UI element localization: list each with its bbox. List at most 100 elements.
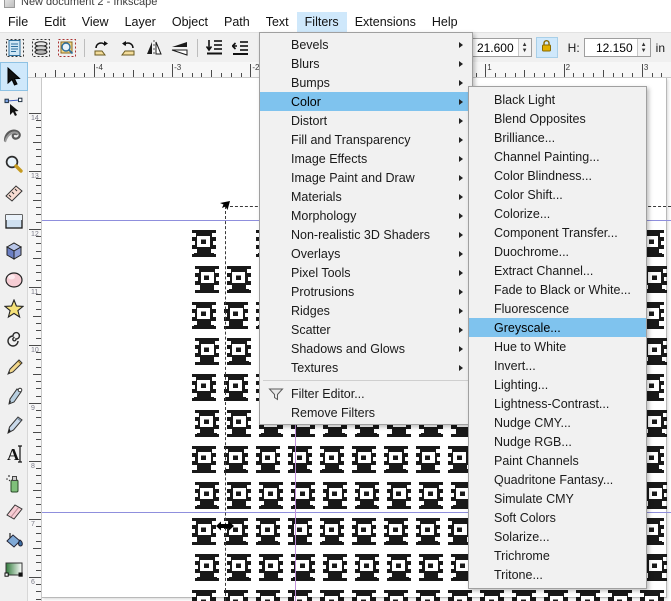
paint-bucket-tool[interactable] (0, 526, 28, 555)
menu-item-scatter[interactable]: Scatter (260, 320, 472, 339)
menu-item-blurs[interactable]: Blurs (260, 54, 472, 73)
menu-item-materials[interactable]: Materials (260, 187, 472, 206)
zoom-tool[interactable] (0, 149, 28, 178)
menu-item-ridges[interactable]: Ridges (260, 301, 472, 320)
arrow-nw-handle[interactable] (217, 198, 233, 215)
menu-item-shadows-and-glows[interactable]: Shadows and Glows (260, 339, 472, 358)
submenu-item-trichrome[interactable]: Trichrome (469, 546, 646, 565)
menu-item-textures[interactable]: Textures (260, 358, 472, 377)
menu-view[interactable]: View (74, 12, 117, 32)
menu-item-color[interactable]: Color (260, 92, 472, 111)
submenu-item-tritone[interactable]: Tritone... (469, 565, 646, 584)
menu-filters[interactable]: Filters (296, 12, 347, 32)
calligraphy-tool[interactable] (0, 410, 28, 439)
new-document-icon[interactable] (3, 36, 27, 60)
submenu-item-nudge-cmy[interactable]: Nudge CMY... (469, 413, 646, 432)
width-input[interactable] (465, 39, 518, 56)
text-tool[interactable]: A (0, 439, 28, 468)
submenu-item-soft-colors[interactable]: Soft Colors (469, 508, 646, 527)
menu-item-protrusions[interactable]: Protrusions (260, 282, 472, 301)
bezier-pen-tool[interactable] (0, 381, 28, 410)
ruler-label: 13 (31, 172, 39, 180)
flip-vertical-icon[interactable] (168, 36, 192, 60)
menu-item-distort[interactable]: Distort (260, 111, 472, 130)
menu-item-image-paint-and-draw[interactable]: Image Paint and Draw (260, 168, 472, 187)
pencil-tool[interactable] (0, 352, 28, 381)
submenu-item-color-blindness[interactable]: Color Blindness... (469, 166, 646, 185)
eraser-tool[interactable] (0, 497, 28, 526)
width-stepper[interactable]: ▲ ▼ (517, 39, 531, 56)
menu-file[interactable]: File (0, 12, 36, 32)
submenu-item-component-transfer[interactable]: Component Transfer... (469, 223, 646, 242)
node-editor-tool[interactable] (0, 91, 28, 120)
submenu-item-solarize[interactable]: Solarize... (469, 527, 646, 546)
submenu-item-hue-to-white[interactable]: Hue to White (469, 337, 646, 356)
submenu-item-fade-to-black-or-white[interactable]: Fade to Black or White... (469, 280, 646, 299)
ruler-minor-tick (36, 178, 41, 180)
submenu-item-colorize[interactable]: Colorize... (469, 204, 646, 223)
menu-item-bumps[interactable]: Bumps (260, 73, 472, 92)
submenu-item-brilliance[interactable]: Brilliance... (469, 128, 646, 147)
submenu-item-simulate-cmy[interactable]: Simulate CMY (469, 489, 646, 508)
ruler-minor-tick (36, 497, 41, 499)
submenu-item-blend-opposites[interactable]: Blend Opposites (469, 109, 646, 128)
unit-selector[interactable]: in (656, 41, 665, 55)
selector-tool[interactable] (0, 62, 28, 91)
rotate-90-cw-icon[interactable] (116, 36, 140, 60)
menu-extensions[interactable]: Extensions (347, 12, 424, 32)
submenu-item-quadritone-fantasy[interactable]: Quadritone Fantasy... (469, 470, 646, 489)
ellipse-tool[interactable] (0, 265, 28, 294)
submenu-item-nudge-rgb[interactable]: Nudge RGB... (469, 432, 646, 451)
submenu-item-extract-channel[interactable]: Extract Channel... (469, 261, 646, 280)
spiral-tool[interactable] (0, 323, 28, 352)
menu-item-remove-filters[interactable]: Remove Filters (260, 403, 472, 422)
height-spinbox[interactable]: ▲▼ (583, 38, 651, 57)
submenu-item-fluorescence[interactable]: Fluorescence (469, 299, 646, 318)
submenu-item-lighting[interactable]: Lighting... (469, 375, 646, 394)
menu-edit[interactable]: Edit (36, 12, 74, 32)
filters-dropdown-menu[interactable]: Bevels Blurs Bumps Color Distort Fill an… (259, 32, 473, 425)
gradient-tool[interactable] (0, 555, 28, 584)
submenu-item-channel-painting[interactable]: Channel Painting... (469, 147, 646, 166)
menu-path[interactable]: Path (216, 12, 258, 32)
spray-tool[interactable] (0, 468, 28, 497)
rotate-90-ccw-icon[interactable] (90, 36, 114, 60)
flip-horizontal-icon[interactable] (142, 36, 166, 60)
menu-item-filter-editor[interactable]: Filter Editor... (260, 384, 472, 403)
width-spinbox[interactable]: ▲▼ (464, 38, 532, 57)
submenu-item-greyscale[interactable]: Greyscale... (469, 318, 646, 337)
menu-item-pixel-tools[interactable]: Pixel Tools (260, 263, 472, 282)
raise-one-step-icon[interactable] (229, 36, 253, 60)
submenu-item-paint-channels[interactable]: Paint Channels (469, 451, 646, 470)
submenu-item-lightness-contrast[interactable]: Lightness-Contrast... (469, 394, 646, 413)
height-input[interactable] (584, 39, 637, 56)
lower-to-bottom-icon[interactable] (203, 36, 227, 60)
tweak-tool[interactable] (0, 120, 28, 149)
color-filters-submenu[interactable]: Black Light Blend Opposites Brilliance... C… (468, 86, 647, 589)
menu-item-fill-and-transparency[interactable]: Fill and Transparency (260, 130, 472, 149)
menu-help[interactable]: Help (424, 12, 466, 32)
menu-item-bevels[interactable]: Bevels (260, 35, 472, 54)
height-stepper[interactable]: ▲ ▼ (636, 39, 650, 56)
menu-item-non-realistic-3d-shaders[interactable]: Non-realistic 3D Shaders (260, 225, 472, 244)
menu-item-image-effects[interactable]: Image Effects (260, 149, 472, 168)
submenu-item-color-shift[interactable]: Color Shift... (469, 185, 646, 204)
submenu-item-invert[interactable]: Invert... (469, 356, 646, 375)
rectangle-tool[interactable] (0, 207, 28, 236)
zoom-page-icon[interactable] (55, 36, 79, 60)
box-3d-tool[interactable] (0, 236, 28, 265)
menu-item-overlays[interactable]: Overlays (260, 244, 472, 263)
lock-aspect-ratio-button[interactable] (535, 37, 558, 58)
measure-tool[interactable] (0, 178, 28, 207)
submenu-item-black-light[interactable]: Black Light (469, 90, 646, 109)
vertical-ruler[interactable]: 14 13 12 11 10 9 8 7 6 (28, 78, 42, 601)
menu-object[interactable]: Object (164, 12, 216, 32)
submenu-item-label: Soft Colors (494, 510, 556, 525)
layers-icon[interactable] (29, 36, 53, 60)
arrow-horizontal-handle[interactable] (215, 519, 235, 534)
menu-item-morphology[interactable]: Morphology (260, 206, 472, 225)
menu-layer[interactable]: Layer (117, 12, 164, 32)
menu-text[interactable]: Text (258, 12, 297, 32)
star-tool[interactable] (0, 294, 28, 323)
submenu-item-duochrome[interactable]: Duochrome... (469, 242, 646, 261)
